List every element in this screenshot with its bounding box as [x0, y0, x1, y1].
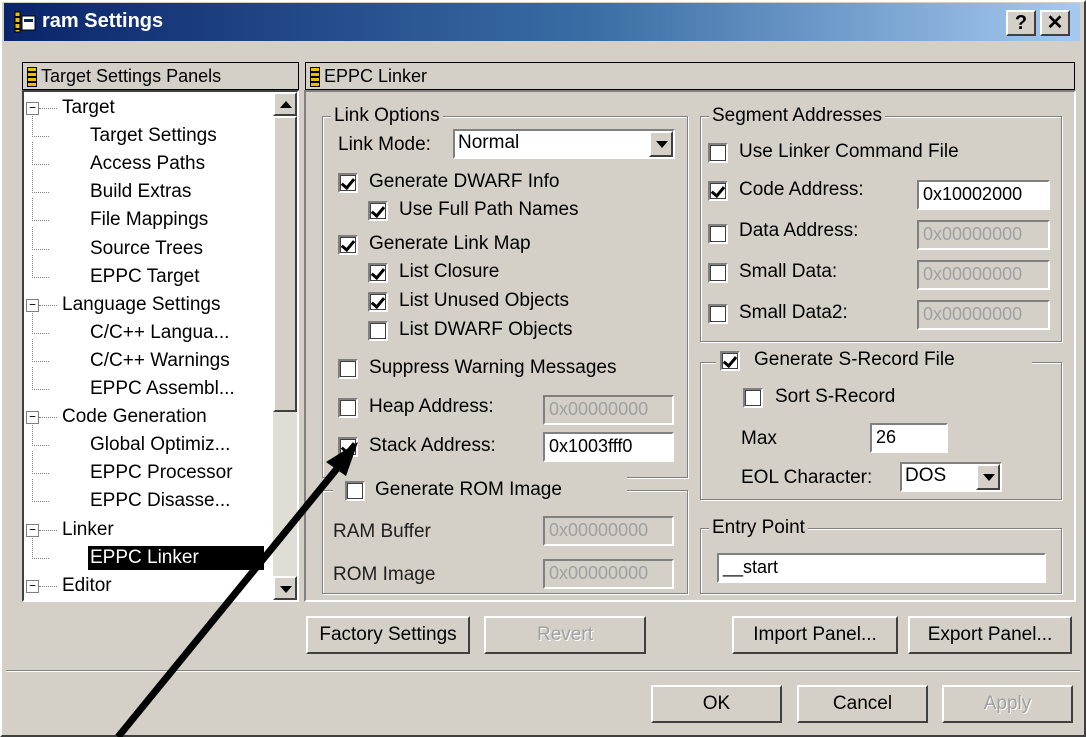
annotation-arrow-icon — [115, 442, 358, 737]
